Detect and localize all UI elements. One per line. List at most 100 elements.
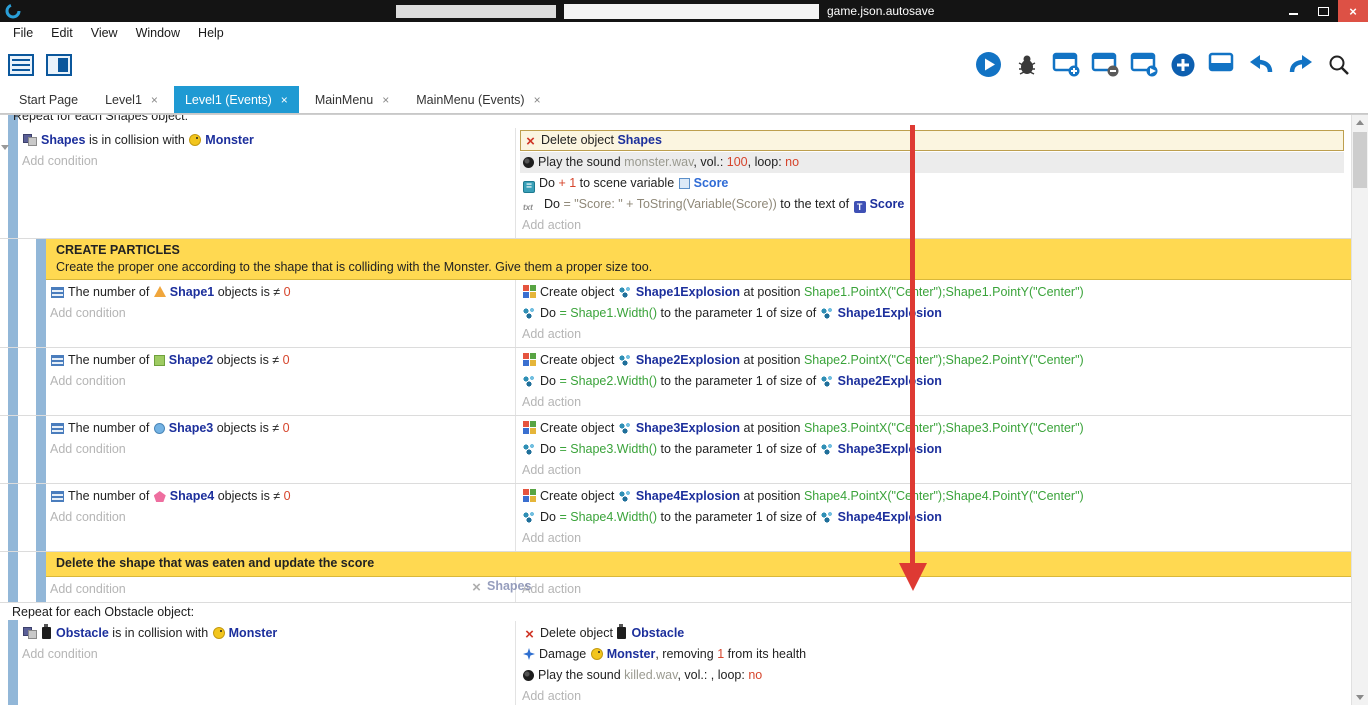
add-condition-link[interactable]: Add condition bbox=[20, 151, 515, 172]
menu-window[interactable]: Window bbox=[127, 26, 189, 40]
add-condition-link[interactable]: Add condition bbox=[48, 439, 515, 460]
edit-scene-button[interactable] bbox=[1127, 49, 1161, 81]
remove-scene-button[interactable] bbox=[1088, 49, 1122, 81]
create-icon bbox=[523, 489, 536, 502]
text-segment: is in collision with bbox=[85, 133, 188, 147]
repeat-event-header[interactable]: Repeat for each Obstacle object: bbox=[0, 603, 1352, 621]
action-line[interactable]: Create object Shape1Explosion at positio… bbox=[520, 282, 1346, 303]
text-segment: from its health bbox=[724, 647, 806, 661]
add-action-link[interactable]: Add action bbox=[520, 392, 1346, 413]
text-segment: Shape4.PointX("Center");Shape4.PointY("C… bbox=[804, 489, 1084, 503]
add-action-link[interactable]: Add action bbox=[520, 460, 1346, 481]
text-segment: Do bbox=[540, 510, 559, 524]
tab-close-icon[interactable]: × bbox=[534, 93, 541, 107]
text-segment: Shape4Explosion bbox=[636, 489, 740, 503]
text-segment: 0 bbox=[283, 421, 290, 435]
condition-line[interactable]: The number of Shape1 objects is ≠ 0 bbox=[48, 282, 515, 303]
add-action-label: Add action bbox=[522, 327, 581, 341]
condition-line[interactable]: Obstacle is in collision with Monster bbox=[20, 623, 515, 644]
project-manager-icon[interactable] bbox=[46, 54, 72, 76]
collapse-arrow-icon[interactable] bbox=[1, 145, 9, 150]
action-line[interactable]: Do = Shape1.Width() to the parameter 1 o… bbox=[520, 303, 1346, 324]
menu-view[interactable]: View bbox=[82, 26, 127, 40]
add-action-link[interactable]: Add action bbox=[520, 686, 1346, 705]
tab-level1[interactable]: Level1 × bbox=[94, 86, 169, 113]
action-line[interactable]: Do = Shape3.Width() to the parameter 1 o… bbox=[520, 439, 1346, 460]
redo-button[interactable] bbox=[1283, 49, 1317, 81]
action-line[interactable]: Delete object Obstacle bbox=[520, 623, 1346, 644]
action-line[interactable]: Play the sound monster.wav, vol.: 100, l… bbox=[520, 152, 1344, 173]
action-line[interactable]: Do = "Score: " + ToString(Variable(Score… bbox=[520, 194, 1346, 215]
conditions-cell: The number of Shape4 objects is ≠ 0Add c… bbox=[46, 484, 516, 551]
scrollbar-thumb[interactable] bbox=[1353, 132, 1367, 188]
text-segment: Shape2 bbox=[169, 353, 213, 367]
comment-block[interactable]: Delete the shape that was eaten and upda… bbox=[46, 552, 1352, 577]
ghost-line[interactable]: Delete object Shapes bbox=[467, 576, 531, 597]
action-line[interactable]: Create object Shape3Explosion at positio… bbox=[520, 418, 1346, 439]
action-line[interactable]: Do + 1 to scene variable Score bbox=[520, 173, 1346, 194]
drag-ghost[interactable]: Delete object Shapes bbox=[467, 576, 531, 597]
maximize-button[interactable] bbox=[1308, 0, 1338, 22]
damage-icon bbox=[523, 648, 535, 660]
variable-icon bbox=[523, 181, 535, 193]
tab-close-icon[interactable]: × bbox=[151, 93, 158, 107]
text-segment: Delete object bbox=[541, 133, 617, 147]
repeat-event-header-text: Repeat for each Shapes object: bbox=[13, 115, 1352, 123]
tab-start-page[interactable]: Start Page bbox=[8, 86, 89, 113]
action-line[interactable]: Do = Shape4.Width() to the parameter 1 o… bbox=[520, 507, 1346, 528]
action-line[interactable]: Delete object Shapes bbox=[520, 130, 1344, 151]
tab-close-icon[interactable]: × bbox=[281, 93, 288, 107]
scroll-down-button[interactable] bbox=[1352, 690, 1368, 705]
play-button[interactable] bbox=[971, 49, 1005, 81]
text-segment: killed.wav bbox=[624, 668, 677, 682]
menu-help[interactable]: Help bbox=[189, 26, 233, 40]
add-action-link[interactable]: Add action bbox=[520, 579, 1346, 600]
condition-line[interactable]: The number of Shape3 objects is ≠ 0 bbox=[48, 418, 515, 439]
text-segment: to the parameter 1 of size of bbox=[657, 510, 820, 524]
action-line[interactable]: Do = Shape2.Width() to the parameter 1 o… bbox=[520, 371, 1346, 392]
menu-file[interactable]: File bbox=[4, 26, 42, 40]
add-object-button[interactable] bbox=[1166, 49, 1200, 81]
add-scene-button[interactable] bbox=[1049, 49, 1083, 81]
external-layout-button[interactable] bbox=[1205, 49, 1239, 81]
add-action-link[interactable]: Add action bbox=[520, 528, 1346, 549]
text-segment: Create object bbox=[540, 353, 618, 367]
event-row: The number of Shape4 objects is ≠ 0Add c… bbox=[0, 484, 1352, 552]
condition-line[interactable]: The number of Shape4 objects is ≠ 0 bbox=[48, 486, 515, 507]
add-condition-link[interactable]: Add condition bbox=[48, 303, 515, 324]
add-condition-link[interactable]: Add condition bbox=[20, 644, 515, 665]
comment-block[interactable]: CREATE PARTICLESCreate the proper one ac… bbox=[46, 239, 1352, 280]
text-segment: Monster bbox=[205, 133, 254, 147]
events-list: Repeat for each Shapes object: Shapes is … bbox=[0, 115, 1352, 705]
minimize-button[interactable] bbox=[1278, 0, 1308, 22]
debug-button[interactable] bbox=[1010, 49, 1044, 81]
add-action-link[interactable]: Add action bbox=[520, 324, 1346, 345]
tab-close-icon[interactable]: × bbox=[382, 93, 389, 107]
close-button[interactable]: × bbox=[1338, 0, 1368, 22]
scroll-up-button[interactable] bbox=[1352, 115, 1368, 130]
tab-mainmenu[interactable]: MainMenu × bbox=[304, 86, 400, 113]
action-line[interactable]: Play the sound killed.wav, vol.: , loop:… bbox=[520, 665, 1346, 686]
condition-line[interactable]: Shapes is in collision with Monster bbox=[20, 130, 515, 151]
tab-level1-events[interactable]: Level1 (Events) × bbox=[174, 86, 299, 113]
text-segment: Shape1 bbox=[170, 285, 214, 299]
add-action-link[interactable]: Add action bbox=[520, 215, 1346, 236]
condition-line[interactable]: The number of Shape2 objects is ≠ 0 bbox=[48, 350, 515, 371]
comment-title: CREATE PARTICLES bbox=[56, 242, 1342, 259]
menu-edit[interactable]: Edit bbox=[42, 26, 82, 40]
action-line[interactable]: Create object Shape2Explosion at positio… bbox=[520, 350, 1346, 371]
shape2-icon bbox=[154, 355, 165, 366]
add-condition-link[interactable]: Add condition bbox=[48, 371, 515, 392]
vertical-scrollbar[interactable] bbox=[1351, 115, 1368, 705]
tab-mainmenu-events[interactable]: MainMenu (Events) × bbox=[405, 86, 551, 113]
text-segment: ≠ bbox=[272, 421, 282, 435]
undo-button[interactable] bbox=[1244, 49, 1278, 81]
action-line[interactable]: Create object Shape4Explosion at positio… bbox=[520, 486, 1346, 507]
monster-icon bbox=[189, 134, 201, 146]
add-condition-link[interactable]: Add condition bbox=[48, 579, 515, 600]
add-condition-link[interactable]: Add condition bbox=[48, 507, 515, 528]
add-action-label: Add action bbox=[522, 689, 581, 703]
action-line[interactable]: Damage Monster, removing 1 from its heal… bbox=[520, 644, 1346, 665]
scene-editor-icon[interactable] bbox=[8, 54, 34, 76]
search-icon[interactable] bbox=[1322, 49, 1356, 81]
